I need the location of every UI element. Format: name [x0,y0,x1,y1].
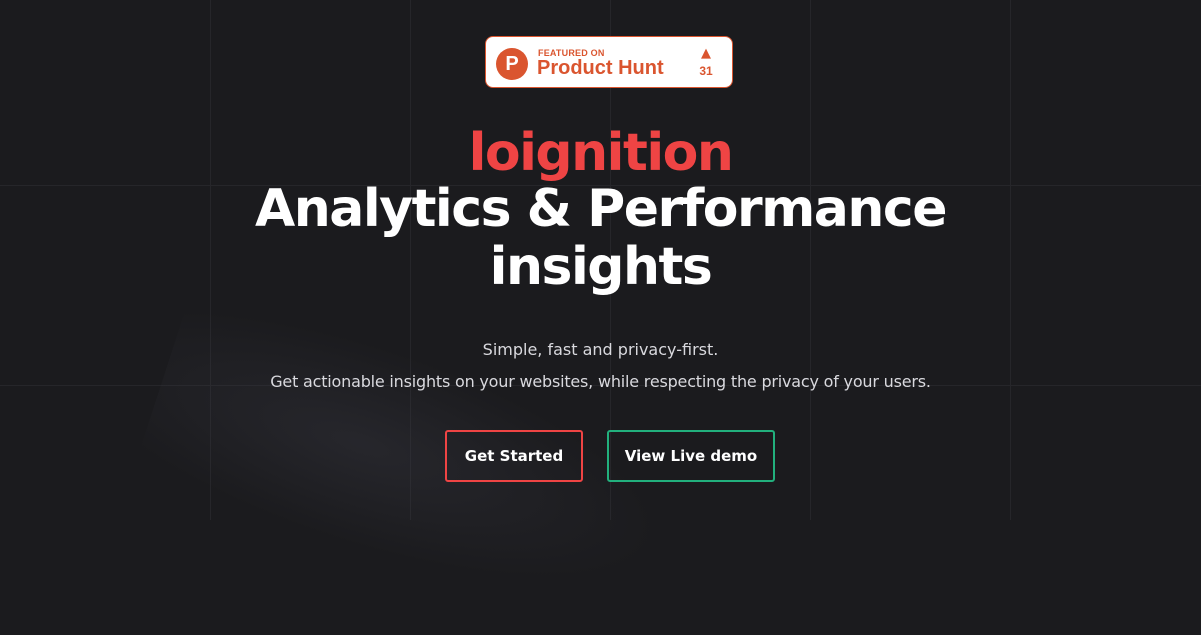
product-hunt-badge[interactable]: P FEATURED ON Product Hunt ▲ 31 [485,36,733,88]
background-glow [131,284,689,635]
tagline: Simple, fast and privacy-first. [482,340,719,359]
headline-line-2: insights [489,237,713,297]
triangle-up-icon: ▲ [701,46,711,61]
get-started-button[interactable]: Get Started [445,430,583,482]
page-title: Analytics & Performance insights [0,180,1201,296]
brand-name: loignition [468,123,734,183]
product-hunt-logo-icon: P [496,48,528,80]
product-hunt-name: Product Hunt [537,57,664,79]
subtitle: Get actionable insights on your websites… [270,372,931,391]
view-live-demo-button[interactable]: View Live demo [607,430,775,482]
product-hunt-upvote-count: 31 [699,64,713,78]
headline-line-1: Analytics & Performance [255,179,948,239]
